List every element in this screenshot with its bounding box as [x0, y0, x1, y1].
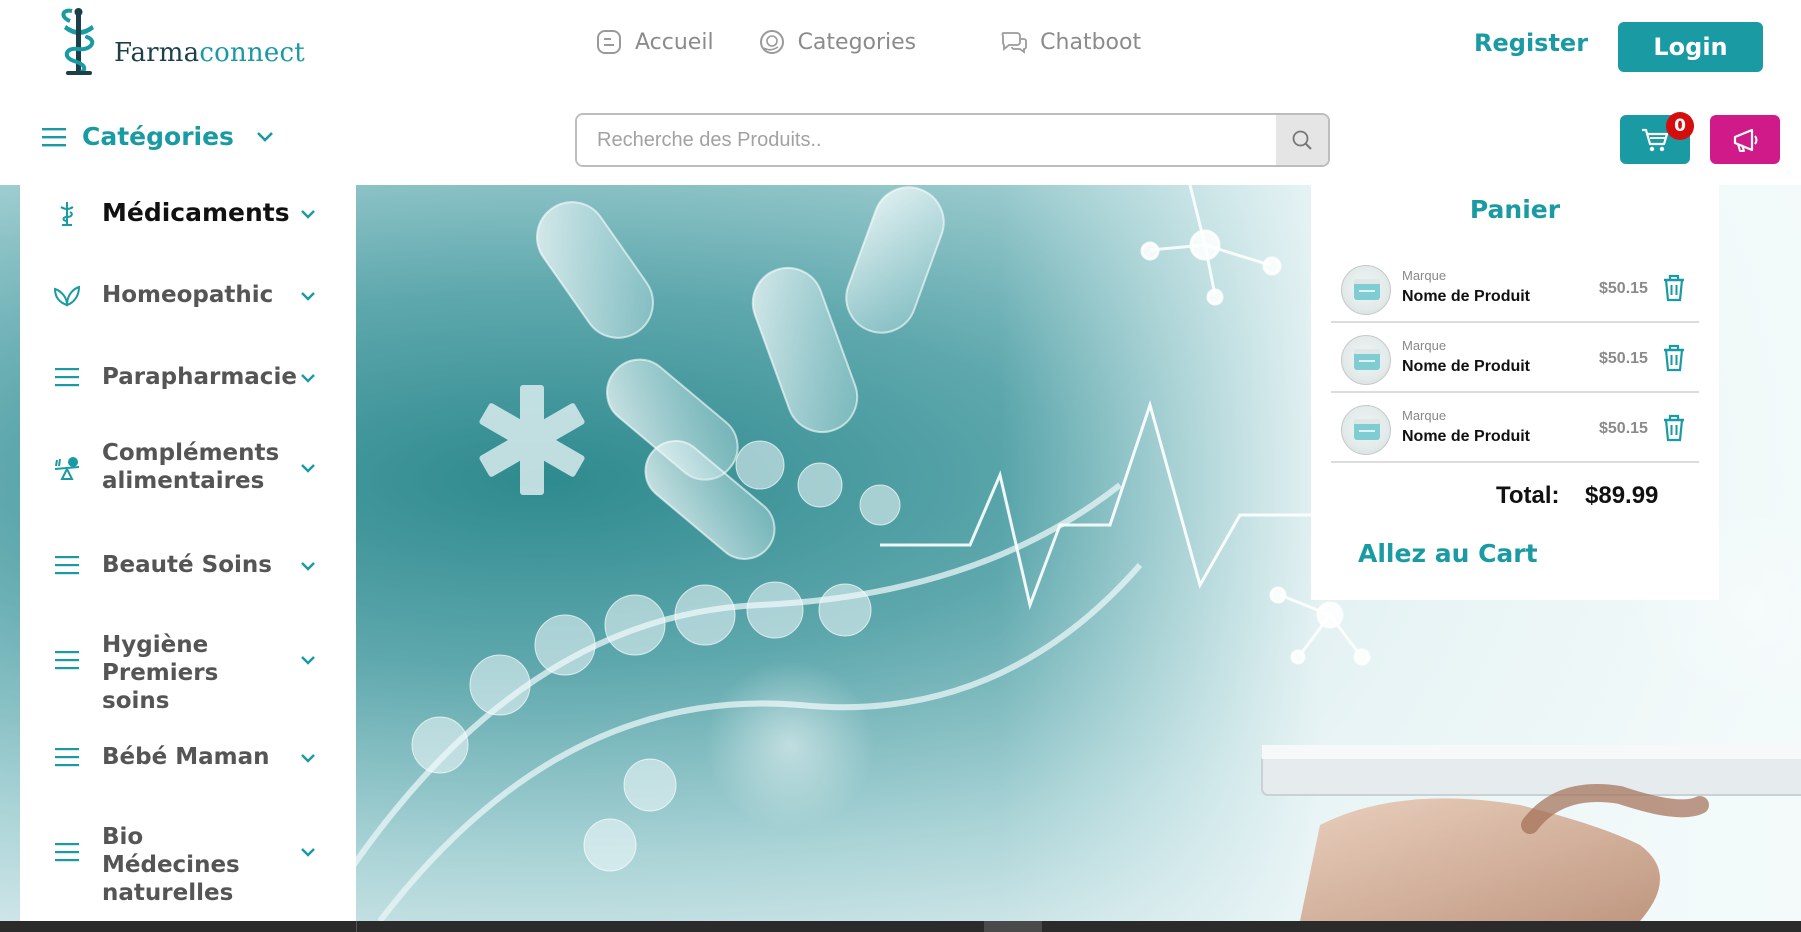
caduceus-bowl-icon: [61, 8, 95, 75]
cart-total-label: Total:: [1496, 482, 1560, 509]
categories-toggle[interactable]: Catégories: [42, 122, 274, 151]
caduceus-icon: [52, 198, 82, 228]
brand-name-part2: connect: [199, 38, 305, 68]
search-button[interactable]: [1276, 115, 1328, 165]
globe-hand-icon: [759, 30, 784, 54]
sidebar-item-label: Médicaments: [102, 198, 290, 227]
cart-dropdown: Panier Marque Nome de Produit $50.15 Mar…: [1311, 185, 1719, 600]
taskbar-divider: [356, 921, 357, 932]
chevron-down-icon: [257, 131, 273, 142]
sidebar-item-bebe[interactable]: Bébé Maman: [20, 735, 356, 779]
chevron-down-icon: [301, 848, 315, 857]
sidebar-item-label: Compléments alimentaires: [102, 440, 280, 494]
promo-button[interactable]: [1710, 115, 1780, 164]
sidebar-item-homeopathic[interactable]: Homeopathic: [20, 273, 356, 317]
search-icon: [1292, 130, 1312, 150]
trash-icon[interactable]: [1661, 343, 1687, 373]
hamburger-icon: [52, 837, 82, 867]
cart-item-price: $50.15: [1599, 280, 1648, 297]
login-button[interactable]: Login: [1618, 22, 1763, 72]
main-nav: Accueil Categories Chatboot: [595, 28, 1141, 56]
product-thumbnail: [1341, 405, 1391, 455]
sidebar-item-label: Bio Médecines naturelles: [102, 824, 240, 906]
cart-item-brand: Marque: [1402, 268, 1447, 283]
sidebar-item-complements[interactable]: Compléments alimentaires: [20, 435, 356, 499]
hamburger-icon: [52, 645, 82, 675]
sidebar-item-beaute[interactable]: Beauté Soins: [20, 543, 356, 587]
cart-item: Marque Nome de Produit $50.15: [1331, 323, 1699, 393]
brand-name: Farmaconnect: [114, 38, 305, 68]
search-bar: [575, 113, 1330, 167]
cart-title: Panier: [1469, 195, 1561, 224]
sidebar-item-hygiene[interactable]: Hygiène Premiers soins: [20, 627, 356, 714]
nav-accueil-label: Accueil: [635, 29, 714, 55]
chevron-down-icon: [301, 656, 315, 665]
cart-item-name: Nome de Produit: [1402, 358, 1531, 375]
chevron-down-icon: [301, 754, 315, 763]
sidebar-item-label: Bébé Maman: [102, 744, 270, 770]
cart-item-price: $50.15: [1599, 350, 1648, 367]
chevron-down-icon: [301, 562, 315, 571]
cart-item-name: Nome de Produit: [1402, 428, 1531, 445]
divider: [1331, 461, 1699, 463]
blog-icon: [597, 30, 621, 54]
product-thumbnail: [1341, 335, 1391, 385]
register-link[interactable]: Register: [1474, 29, 1588, 57]
cart-item: Marque Nome de Produit $50.15: [1331, 393, 1699, 463]
search-input[interactable]: [577, 115, 1276, 165]
nav-chatboot[interactable]: Chatboot: [1000, 28, 1141, 56]
nav-categories-label: Categories: [797, 29, 917, 55]
sidebar-item-label: Parapharmacie: [102, 364, 297, 390]
nav-chatboot-label: Chatboot: [1040, 29, 1142, 55]
category-sidebar: Médicaments Homeopathic Parapharmacie Co…: [20, 185, 356, 921]
chevron-down-icon: [301, 210, 315, 219]
nav-accueil[interactable]: Accueil: [595, 28, 714, 56]
top-header: Farmaconnect Accueil Categories Chatboot…: [0, 0, 1801, 96]
sidebar-item-bio[interactable]: Bio Médecines naturelles: [20, 819, 356, 906]
sidebar-item-parapharmacie[interactable]: Parapharmacie: [20, 355, 356, 399]
categories-toggle-label: Catégories: [82, 122, 234, 151]
logo[interactable]: Farmaconnect: [50, 6, 320, 80]
cart-total-value: $89.99: [1585, 482, 1659, 509]
hamburger-icon: [42, 127, 66, 146]
trash-icon[interactable]: [1661, 413, 1687, 443]
sidebar-item-label: Hygiène Premiers soins: [102, 632, 219, 714]
hamburger-icon: [52, 742, 82, 772]
hamburger-icon: [52, 362, 82, 392]
chevron-down-icon: [301, 464, 315, 473]
sidebar-item-label: Beauté Soins: [102, 552, 272, 578]
brand-name-part1: Farma: [114, 38, 200, 68]
megaphone-icon: [1733, 128, 1758, 152]
sidebar-item-label: Homeopathic: [102, 282, 274, 308]
taskbar-active-app[interactable]: [984, 921, 1042, 932]
sidebar-item-medicaments[interactable]: Médicaments: [20, 191, 356, 235]
product-thumbnail: [1341, 265, 1391, 315]
hamburger-icon: [52, 550, 82, 580]
os-taskbar: [0, 921, 1801, 932]
chevron-down-icon: [301, 292, 315, 301]
chat-bubbles-icon: [1001, 32, 1028, 54]
app-root: Farmaconnect Accueil Categories Chatboot…: [0, 0, 1801, 932]
cart-item-name: Nome de Produit: [1402, 288, 1531, 305]
go-to-cart-link[interactable]: Allez au Cart: [1358, 539, 1538, 568]
leaf-icon: [52, 280, 82, 310]
chevron-down-icon: [301, 374, 315, 383]
balance-apple-icon: [52, 453, 82, 483]
cart-count-badge: 0: [1666, 112, 1694, 140]
cart-item-brand: Marque: [1402, 338, 1447, 353]
nav-categories[interactable]: Categories: [758, 28, 917, 56]
cart-item-brand: Marque: [1402, 408, 1447, 423]
cart-item-price: $50.15: [1599, 420, 1648, 437]
cart-item: Marque Nome de Produit $50.15: [1331, 253, 1699, 323]
trash-icon[interactable]: [1661, 273, 1687, 303]
